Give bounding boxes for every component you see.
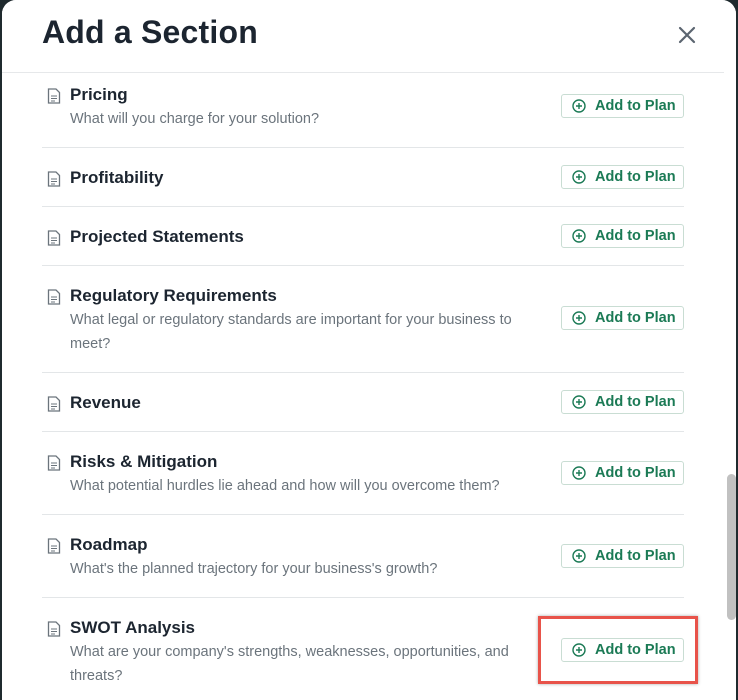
add-to-plan-label: Add to Plan xyxy=(595,310,676,326)
section-row-pricing: Pricing What will you charge for your so… xyxy=(42,73,684,148)
section-row-projected-statements: Projected Statements Add to Plan xyxy=(42,207,684,266)
section-row-revenue: Revenue Add to Plan xyxy=(42,373,684,432)
section-list: Pricing What will you charge for your so… xyxy=(42,73,684,700)
section-title: Revenue xyxy=(70,393,141,412)
section-row-swot-analysis: SWOT Analysis What are your company's st… xyxy=(42,598,684,700)
add-to-plan-button[interactable]: Add to Plan xyxy=(561,390,684,414)
plus-circle-icon xyxy=(572,643,586,657)
add-to-plan-button[interactable]: Add to Plan xyxy=(561,638,684,662)
section-description: What are your company's strengths, weakn… xyxy=(70,644,509,684)
plus-circle-icon xyxy=(572,311,586,325)
document-icon xyxy=(47,396,61,412)
close-button[interactable] xyxy=(674,22,700,48)
document-icon xyxy=(47,455,61,471)
plus-circle-icon xyxy=(572,99,586,113)
add-to-plan-button[interactable]: Add to Plan xyxy=(561,461,684,485)
document-icon xyxy=(47,538,61,554)
section-row-risks-mitigation: Risks & Mitigation What potential hurdle… xyxy=(42,432,684,515)
add-to-plan-label: Add to Plan xyxy=(595,548,676,564)
section-row-profitability: Profitability Add to Plan xyxy=(42,148,684,207)
add-to-plan-button[interactable]: Add to Plan xyxy=(561,306,684,330)
document-icon xyxy=(47,230,61,246)
add-to-plan-label: Add to Plan xyxy=(595,394,676,410)
section-description: What legal or regulatory standards are i… xyxy=(70,312,512,352)
section-row-regulatory-requirements: Regulatory Requirements What legal or re… xyxy=(42,266,684,373)
section-description: What will you charge for your solution? xyxy=(70,111,320,127)
add-to-plan-button[interactable]: Add to Plan xyxy=(561,224,684,248)
add-to-plan-button[interactable]: Add to Plan xyxy=(561,165,684,189)
add-to-plan-label: Add to Plan xyxy=(595,98,676,114)
scrollbar-thumb[interactable] xyxy=(727,474,736,620)
plus-circle-icon xyxy=(572,466,586,480)
add-to-plan-label: Add to Plan xyxy=(595,642,676,658)
plus-circle-icon xyxy=(572,395,586,409)
close-icon xyxy=(678,26,696,44)
document-icon xyxy=(47,621,61,637)
add-to-plan-label: Add to Plan xyxy=(595,465,676,481)
section-description: What's the planned trajectory for your b… xyxy=(70,561,438,577)
section-title: Projected Statements xyxy=(70,227,244,246)
section-title: Regulatory Requirements xyxy=(70,286,277,305)
section-title: Profitability xyxy=(70,168,164,187)
dialog-header: Add a Section xyxy=(2,0,736,73)
plus-circle-icon xyxy=(572,549,586,563)
document-icon xyxy=(47,88,61,104)
add-section-dialog: Add a Section Pricing What will you char… xyxy=(2,0,736,700)
add-to-plan-label: Add to Plan xyxy=(595,169,676,185)
section-title: Pricing xyxy=(70,85,128,104)
section-title: SWOT Analysis xyxy=(70,618,196,637)
section-title: Risks & Mitigation xyxy=(70,452,218,471)
section-title: Roadmap xyxy=(70,535,148,554)
plus-circle-icon xyxy=(572,170,586,184)
document-icon xyxy=(47,171,61,187)
dialog-title: Add a Section xyxy=(42,14,258,50)
document-icon xyxy=(47,289,61,305)
add-to-plan-label: Add to Plan xyxy=(595,228,676,244)
plus-circle-icon xyxy=(572,229,586,243)
section-description: What potential hurdles lie ahead and how… xyxy=(70,478,500,494)
section-row-roadmap: Roadmap What's the planned trajectory fo… xyxy=(42,515,684,598)
add-to-plan-button[interactable]: Add to Plan xyxy=(561,94,684,118)
add-to-plan-button[interactable]: Add to Plan xyxy=(561,544,684,568)
